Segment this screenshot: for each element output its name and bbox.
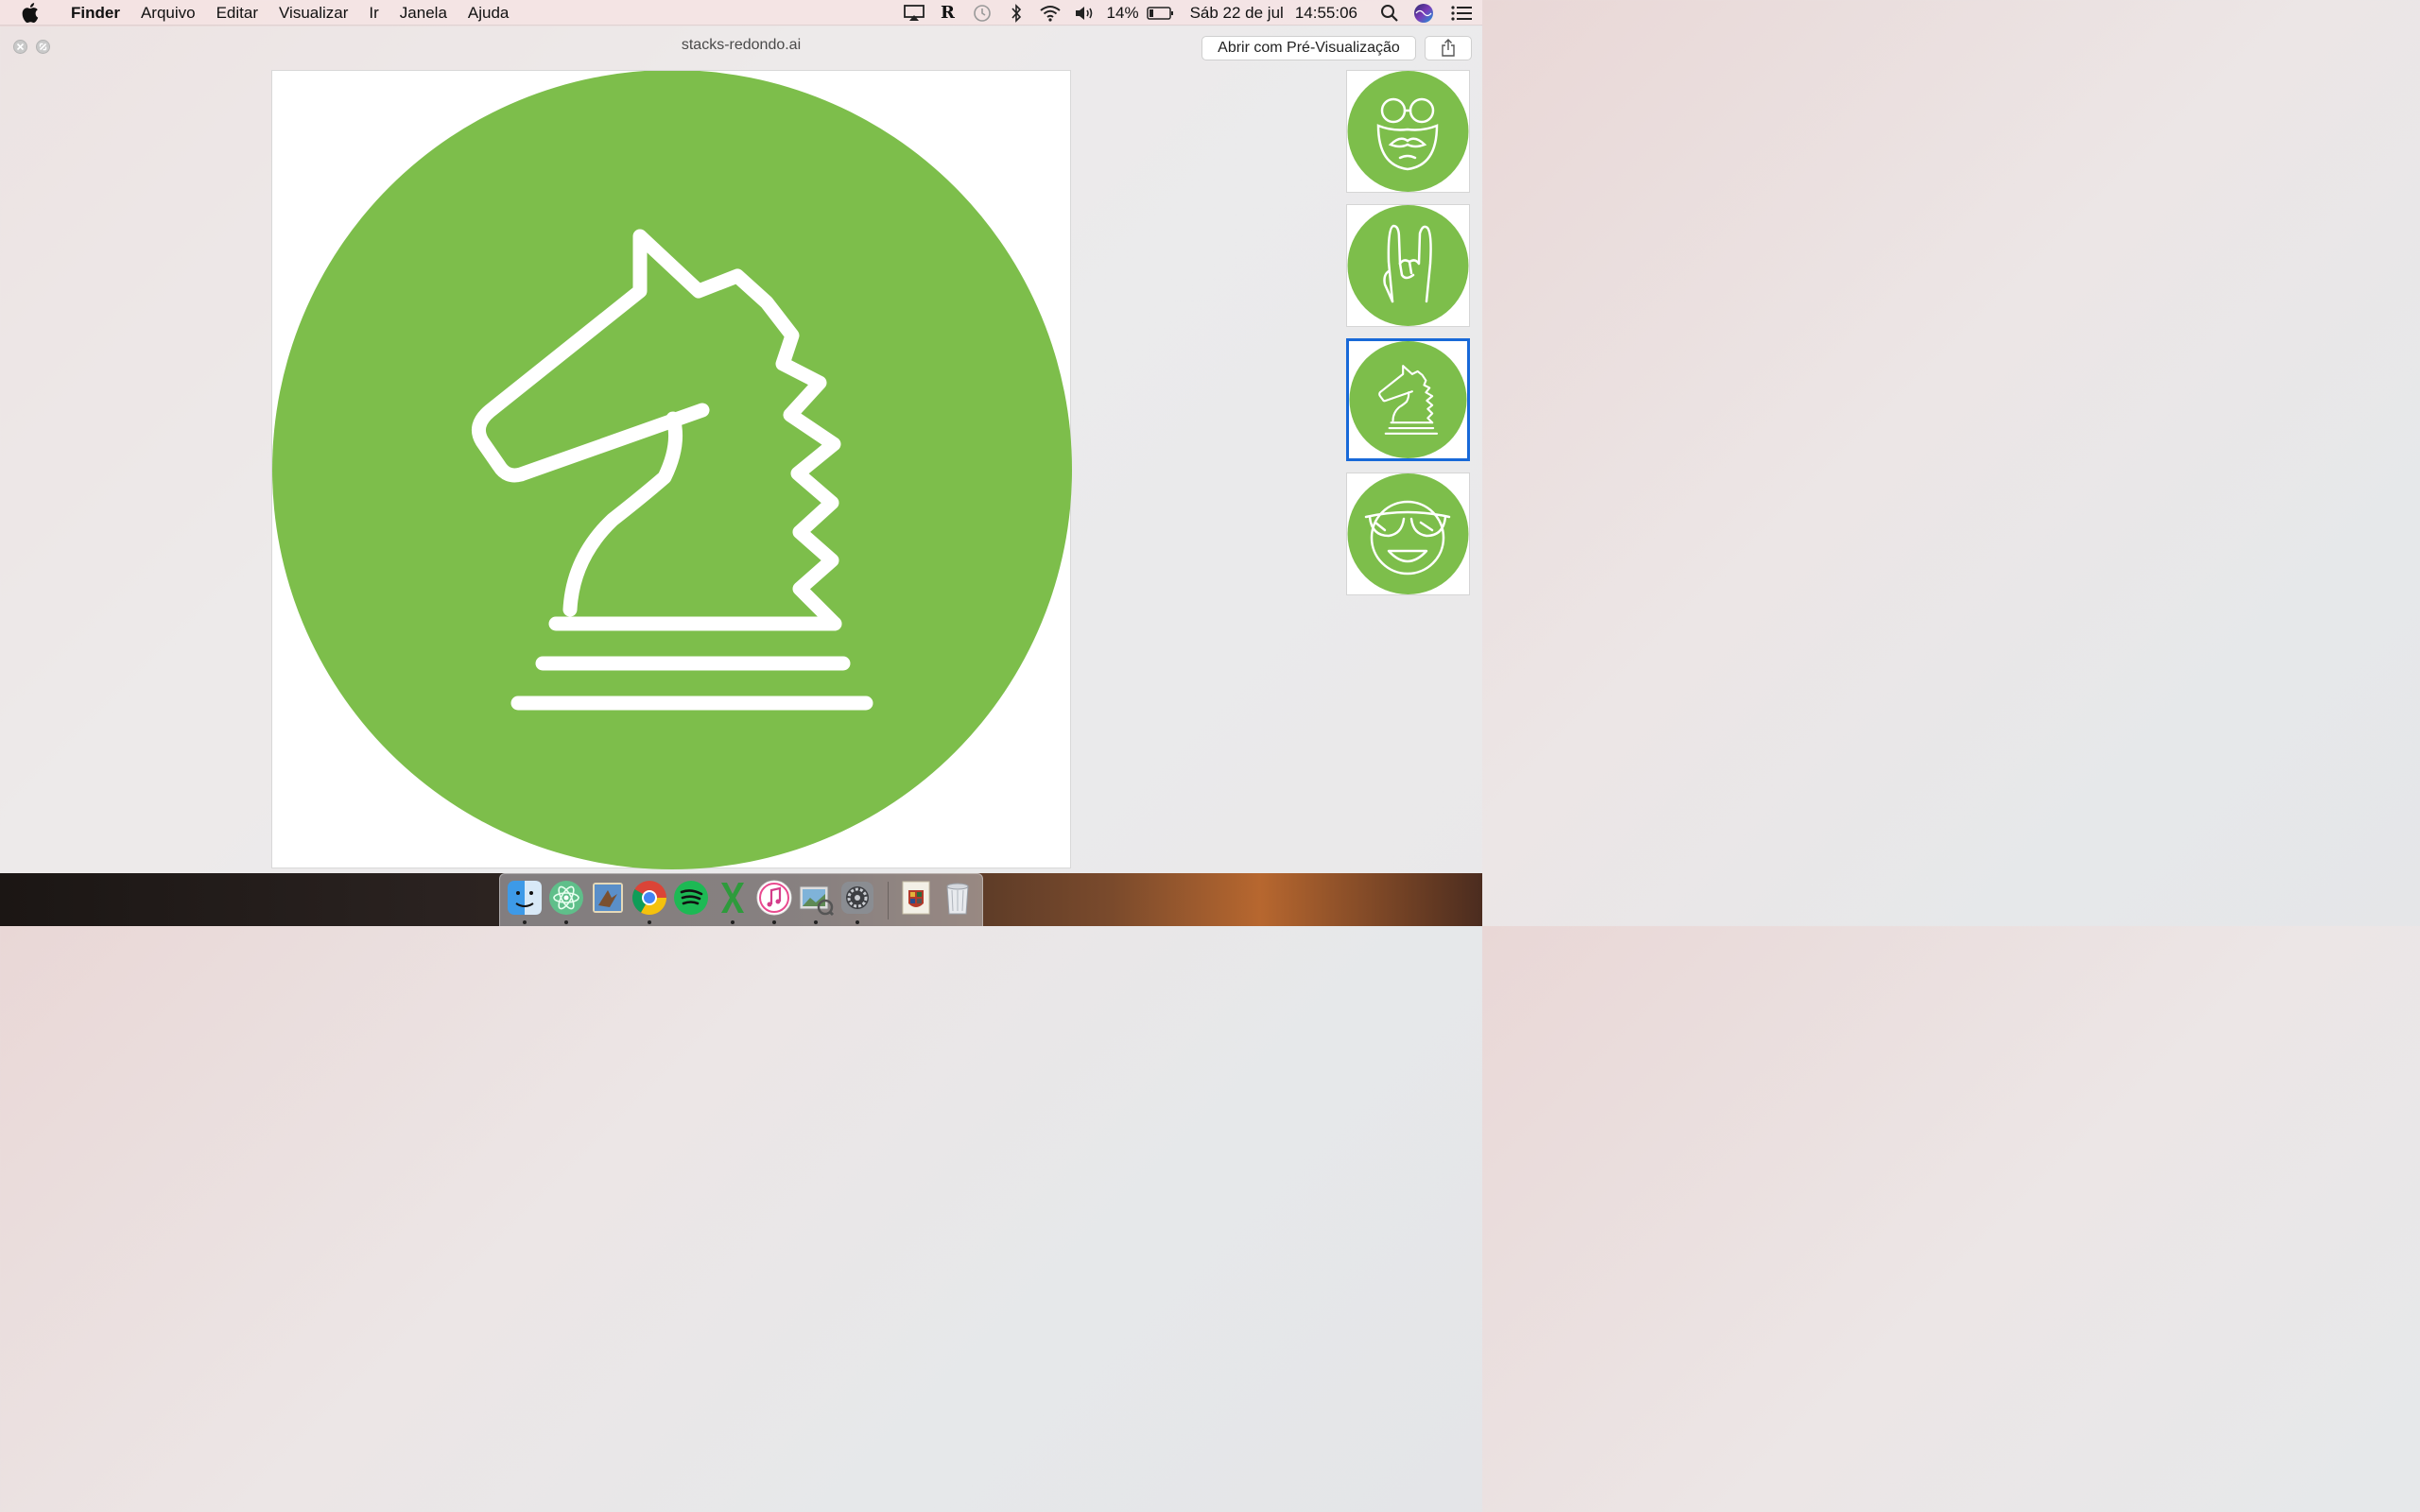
notification-center-icon[interactable] [1441,0,1482,26]
menu-ajuda[interactable]: Ajuda [458,0,519,26]
document-preview [271,70,1072,869]
battery-percent: 14% [1106,4,1139,22]
apple-menu-icon[interactable] [0,2,60,23]
menu-app-finder[interactable]: Finder [60,0,130,26]
thumbnail-page-1[interactable] [1346,70,1470,193]
open-with-preview-button[interactable]: Abrir com Pré-Visualização [1201,36,1416,60]
chess-knight-thumb-icon [1349,341,1467,458]
menu-bar: Finder Arquivo Editar Visualizar Ir Jane… [0,0,1482,26]
system-preferences-icon[interactable] [838,879,876,917]
time-machine-icon[interactable] [965,0,999,26]
hogwarts-folder-icon[interactable] [897,879,935,917]
wifi-icon[interactable] [1033,0,1067,26]
share-button[interactable] [1425,36,1472,60]
glasses-mustache-icon [1347,71,1469,192]
sunglasses-smile-icon [1347,473,1469,594]
mail-icon[interactable] [589,879,627,917]
menubar-time[interactable]: 14:55:06 [1289,0,1373,26]
image-capture-icon[interactable] [797,879,835,917]
bluetooth-icon[interactable] [999,0,1033,26]
dock [499,873,983,926]
battery-icon[interactable] [1145,0,1177,26]
finder-icon[interactable] [506,879,544,917]
rock-hand-icon [1347,205,1469,326]
thumbnail-page-3[interactable] [1346,338,1470,461]
menu-arquivo[interactable]: Arquivo [130,0,206,26]
menu-editar[interactable]: Editar [206,0,268,26]
menu-ir[interactable]: Ir [358,0,389,26]
thumbnail-page-2[interactable] [1346,204,1470,327]
share-icon [1442,39,1455,57]
r-app-icon[interactable]: R [931,0,965,26]
chess-knight-artwork [272,70,1072,869]
thumbnail-page-4[interactable] [1346,472,1470,595]
trash-icon[interactable] [939,879,977,917]
airplay-icon[interactable] [897,0,931,26]
quicklook-titlebar: stacks-redondo.ai Abrir com Pré-Visualiz… [0,26,1482,68]
spotlight-icon[interactable] [1373,0,1407,26]
itunes-icon[interactable] [755,879,793,917]
siri-icon[interactable] [1407,0,1441,26]
chrome-icon[interactable] [631,879,668,917]
volume-icon[interactable] [1067,0,1101,26]
menubar-date[interactable]: Sáb 22 de jul [1177,0,1289,26]
dock-separator [888,882,889,919]
quicklook-window: stacks-redondo.ai Abrir com Pré-Visualiz… [0,26,1482,873]
atom-icon[interactable] [547,879,585,917]
menu-janela[interactable]: Janela [389,0,458,26]
excel-icon[interactable] [714,879,752,917]
menu-visualizar[interactable]: Visualizar [268,0,358,26]
spotify-icon[interactable] [672,879,710,917]
